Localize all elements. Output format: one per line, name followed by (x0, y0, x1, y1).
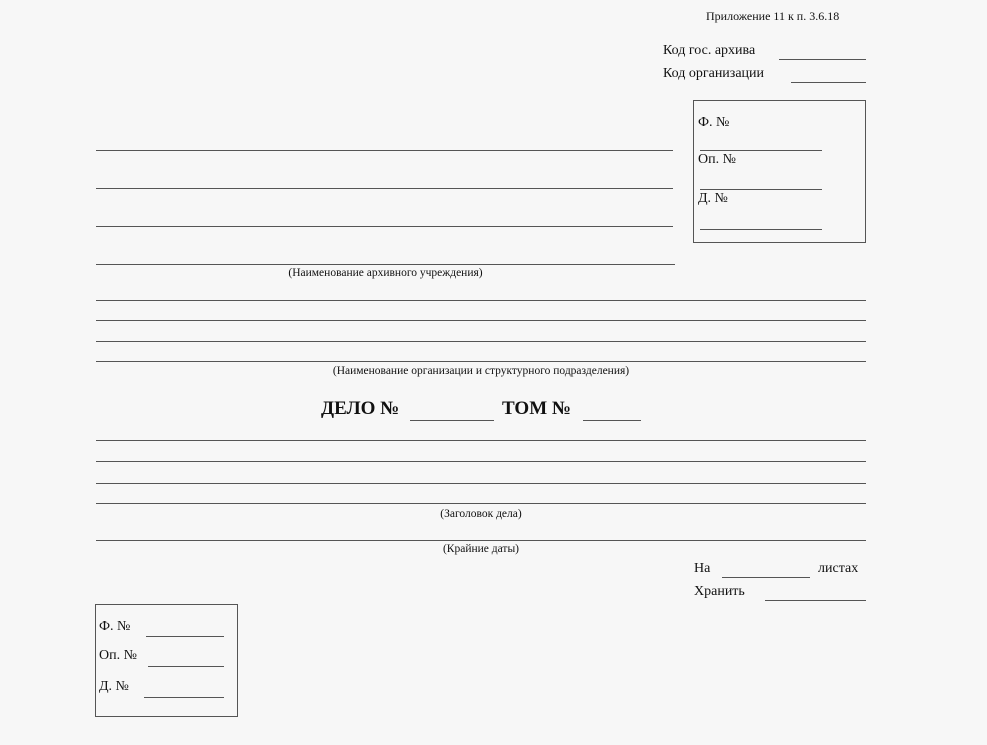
org-name-line[interactable] (96, 361, 866, 362)
volume-number-field[interactable] (583, 420, 641, 421)
delo-label: Д. № (99, 679, 129, 694)
opis-field[interactable] (700, 189, 822, 190)
fond-field[interactable] (700, 150, 822, 151)
opis-label: Оп. № (698, 152, 736, 167)
delo-label: Д. № (698, 191, 728, 206)
delo-field[interactable] (700, 229, 822, 230)
sheets-count-field[interactable] (722, 577, 810, 578)
opis-field[interactable] (148, 666, 224, 667)
retention-label: Хранить (694, 584, 745, 599)
archive-name-caption: (Наименование архивного учреждения) (288, 267, 483, 279)
appendix-reference: Приложение 11 к п. 3.6.18 (706, 9, 840, 23)
archive-code-label: Код гос. архива (663, 43, 756, 58)
org-name-caption: (Наименование организации и структурного… (332, 365, 630, 377)
archive-name-line[interactable] (96, 188, 673, 189)
archive-name-line[interactable] (96, 150, 673, 151)
archive-name-line[interactable] (96, 226, 673, 227)
archive-code-field[interactable] (779, 59, 866, 60)
org-code-field[interactable] (791, 82, 866, 83)
org-name-line[interactable] (96, 300, 866, 301)
archive-cipher-box-bottom: Ф. № Оп. № Д. № (95, 604, 238, 717)
org-name-line[interactable] (96, 320, 866, 321)
case-number-label: ДЕЛО № (321, 398, 400, 419)
sheets-prefix-label: На (694, 561, 711, 576)
archive-name-line[interactable] (96, 264, 675, 265)
retention-field[interactable] (765, 600, 866, 601)
archive-case-cover-form: Приложение 11 к п. 3.6.18 Код гос. архив… (0, 0, 987, 745)
case-title-line[interactable] (96, 483, 866, 484)
volume-number-label: ТОМ № (502, 398, 571, 419)
case-title-line[interactable] (96, 440, 866, 441)
dates-line[interactable] (96, 540, 866, 541)
case-title-line[interactable] (96, 503, 866, 504)
delo-field[interactable] (144, 697, 224, 698)
fond-field[interactable] (146, 636, 224, 637)
sheets-suffix-label: листах (818, 561, 859, 576)
case-number-field[interactable] (410, 420, 494, 421)
org-code-label: Код организации (663, 66, 765, 81)
org-name-line[interactable] (96, 341, 866, 342)
fond-label: Ф. № (99, 619, 131, 634)
case-title-caption: (Заголовок дела) (440, 508, 522, 520)
opis-label: Оп. № (99, 648, 137, 663)
case-title-line[interactable] (96, 461, 866, 462)
fond-label: Ф. № (698, 115, 730, 130)
dates-caption: (Крайние даты) (442, 543, 520, 555)
archive-cipher-box-top: Ф. № Оп. № Д. № (693, 100, 866, 243)
